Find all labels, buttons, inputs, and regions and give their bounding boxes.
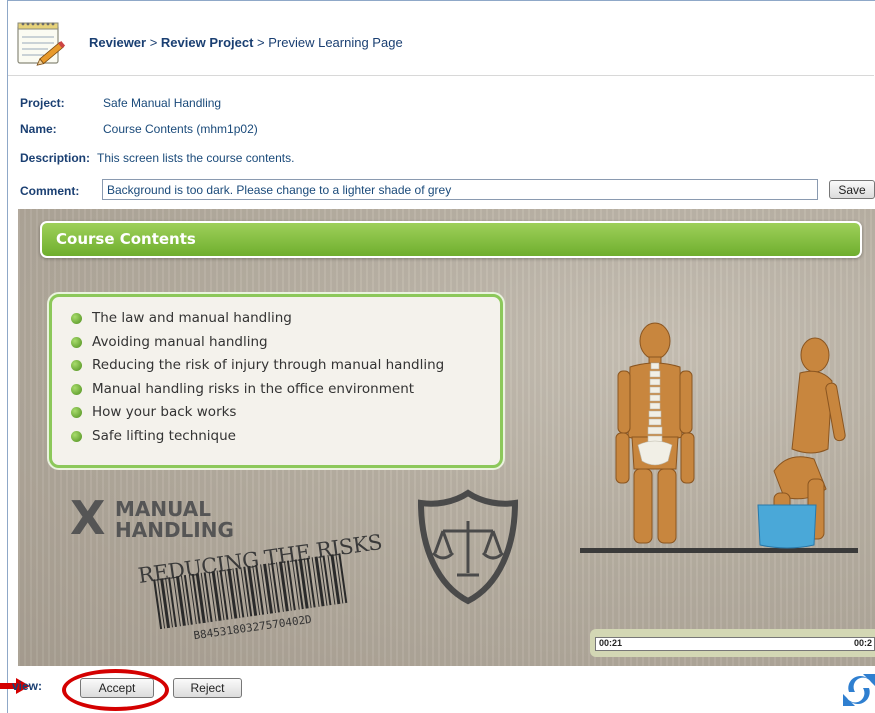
project-label: Project: (20, 96, 65, 110)
comment-input[interactable] (102, 179, 818, 200)
learning-page-preview: Course Contents The law and manual handl… (18, 209, 875, 666)
breadcrumb-reviewer-link[interactable]: Reviewer (89, 35, 146, 50)
logo-line-1: MANUAL (115, 497, 211, 521)
page-header: Reviewer > Review Project > Preview Lear… (8, 6, 874, 76)
description-row: Description: This screen lists the cours… (20, 151, 294, 165)
breadcrumb-review-project-link[interactable]: Review Project (161, 35, 254, 50)
manual-handling-logo-text: MANUAL HANDLING (115, 499, 234, 541)
description-label: Description: (20, 151, 91, 165)
refresh-icon[interactable] (843, 670, 875, 710)
slide-title: Course Contents (56, 230, 196, 248)
annotation-highlight-circle (62, 669, 169, 711)
logo-line-2: HANDLING (115, 518, 234, 542)
list-item-label: Safe lifting technique (92, 427, 236, 444)
description-value: This screen lists the course contents. (97, 151, 295, 165)
notepad-pencil-icon (17, 22, 66, 66)
reject-button[interactable]: Reject (173, 678, 242, 698)
breadcrumb: Reviewer > Review Project > Preview Lear… (89, 35, 403, 50)
bullet-icon (71, 430, 82, 442)
name-label: Name: (20, 122, 57, 136)
project-row: Project: Safe Manual Handling (20, 96, 221, 110)
current-time: 00:21 (599, 638, 623, 648)
review-label: view: (12, 679, 43, 693)
breadcrumb-separator: > (146, 35, 161, 50)
save-button[interactable]: Save (829, 180, 875, 199)
bullet-icon (71, 313, 82, 324)
breadcrumb-current-page: Preview Learning Page (268, 35, 403, 50)
comment-row: Comment: (20, 184, 79, 198)
bullet-icon (71, 407, 82, 418)
list-item[interactable]: Avoiding manual handling (68, 334, 444, 358)
shield-scales-icon (417, 489, 519, 605)
list-item-label: Reducing the risk of injury through manu… (92, 357, 445, 373)
list-item-label: The law and manual handling (92, 310, 292, 326)
list-item[interactable]: The law and manual handling (68, 310, 444, 334)
media-progress-track[interactable]: 00:21 00:2 (595, 637, 875, 651)
list-item[interactable]: Reducing the risk of injury through manu… (68, 357, 444, 381)
comment-label: Comment: (20, 184, 80, 198)
course-contents-list: The law and manual handling Avoiding man… (68, 310, 444, 451)
list-item[interactable]: Safe lifting technique (68, 428, 444, 452)
mannequin-figures-image (580, 322, 858, 553)
course-contents-box: The law and manual handling Avoiding man… (49, 294, 503, 468)
slide-title-bar: Course Contents (40, 221, 862, 258)
list-item-label: Avoiding manual handling (92, 333, 268, 350)
bullet-icon (71, 336, 82, 348)
bullet-icon (71, 360, 82, 371)
breadcrumb-separator: > (253, 35, 269, 50)
name-row: Name: Course Contents (mhm1p02) (20, 122, 258, 136)
manual-handling-logo-mark: X (70, 491, 106, 545)
list-item-label: How your back works (92, 404, 237, 420)
name-value: Course Contents (mhm1p02) (103, 122, 258, 136)
list-item-label: Manual handling risks in the office envi… (92, 380, 415, 397)
list-item[interactable]: How your back works (68, 404, 444, 428)
project-value: Safe Manual Handling (103, 96, 222, 110)
list-item[interactable]: Manual handling risks in the office envi… (68, 381, 444, 405)
total-time: 00:2 (853, 638, 872, 648)
bullet-icon (71, 383, 82, 395)
